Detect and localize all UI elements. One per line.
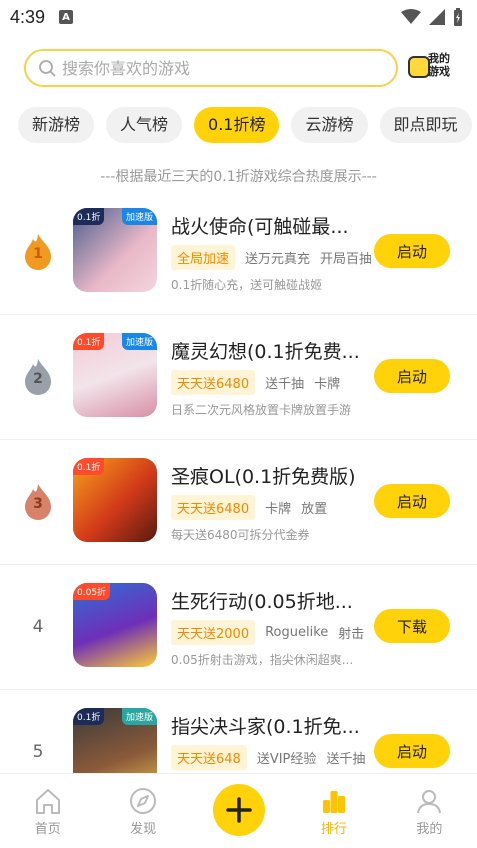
rank-badge: 1 (22, 234, 54, 270)
search-icon (39, 60, 56, 77)
speedup-tag: 加速版 (121, 333, 157, 350)
rank-number: 1 (33, 246, 43, 262)
nav-discover-label: 发现 (130, 822, 157, 837)
discount-tag: 0.1折 (73, 458, 105, 475)
ranking-tabs: 新游榜 人气榜 0.1折榜 云游榜 即点即玩 (18, 107, 472, 143)
status-bar: 4:39 A (0, 0, 477, 34)
nav-profile-label: 我的 (416, 822, 443, 837)
speedup-tag: 加速版 (121, 708, 157, 725)
search-input[interactable] (62, 58, 362, 78)
tab-popular[interactable]: 人气榜 (106, 107, 183, 143)
game-title[interactable]: 魔灵幻想(0.1折免费... (171, 337, 371, 364)
signal-icon (429, 9, 445, 25)
game-tag: 送VIP经验 (256, 752, 317, 767)
game-description: 每天送6480可拆分代金券 (171, 528, 310, 542)
highlight-tag: 全局加速 (171, 245, 236, 270)
discount-tag: 0.1折 (73, 208, 105, 225)
game-tag: 送万元真充 (245, 252, 311, 267)
game-tag: Roguelike (265, 625, 329, 640)
game-tag: 放置 (301, 502, 328, 517)
game-tag: 射击 (338, 627, 365, 642)
game-tags: 天天送6480 送千抽 卡牌 (171, 370, 371, 395)
highlight-tag: 天天送648 (171, 745, 247, 770)
launch-button[interactable]: 启动 (374, 484, 450, 518)
launch-button[interactable]: 启动 (374, 234, 450, 268)
game-row[interactable]: 1 0.1折 加速版 战火使命(可触碰最... 全局加速 送万元真充 开局百抽 … (0, 190, 477, 315)
game-tag: 卡牌 (265, 502, 292, 517)
game-tag: 送千抽 (265, 377, 305, 392)
my-games-button[interactable]: 我的游戏 (408, 50, 456, 86)
profile-icon (417, 790, 442, 814)
nav-home[interactable]: 首页 (0, 774, 95, 848)
discount-tag: 0.1折 (73, 708, 105, 725)
game-tags: 天天送648 送VIP经验 送千抽 (171, 745, 371, 770)
game-tags: 全局加速 送万元真充 开局百抽 (171, 245, 371, 270)
game-row[interactable]: 4 0.05折 生死行动(0.05折地... 天天送2000 Roguelike… (0, 565, 477, 690)
nav-discover[interactable]: 发现 (95, 774, 190, 848)
game-tags: 天天送6480 卡牌 放置 (171, 495, 371, 520)
ranking-subtitle: ---根据最近三天的0.1折游戏综合热度展示--- (100, 169, 377, 185)
rank-badge: 3 (22, 484, 54, 520)
game-title[interactable]: 战火使命(可触碰最... (171, 212, 371, 239)
game-description: 0.1折随心充，送可触碰战姬 (171, 278, 323, 292)
game-tag: 送千抽 (326, 752, 366, 767)
highlight-tag: 天天送6480 (171, 370, 256, 395)
download-button[interactable]: 下载 (374, 609, 450, 643)
discount-tag: 0.1折 (73, 333, 105, 350)
game-tag: 卡牌 (314, 377, 341, 392)
wifi-icon (401, 9, 421, 24)
nav-home-label: 首页 (34, 822, 61, 837)
search-row: 我的游戏 (24, 48, 464, 88)
plus-icon (225, 797, 252, 823)
rank-badge: 2 (22, 359, 54, 395)
game-description: 0.05折射击游戏，指尖休闲超爽... (171, 653, 354, 667)
game-title[interactable]: 指尖决斗家(0.1折免... (171, 712, 371, 739)
nav-plus[interactable] (191, 774, 286, 848)
tab-new-games[interactable]: 新游榜 (18, 107, 95, 143)
highlight-tag: 天天送6480 (171, 495, 256, 520)
rank-number: 3 (33, 496, 43, 512)
status-icons (401, 8, 463, 26)
rank-number: 2 (33, 371, 43, 387)
rank-number: 4 (32, 617, 44, 637)
nav-ranking-label: 排行 (320, 822, 347, 837)
game-row[interactable]: 3 0.1折 圣痕OL(0.1折免费版) 天天送6480 卡牌 放置 每天送64… (0, 440, 477, 565)
game-list: 1 0.1折 加速版 战火使命(可触碰最... 全局加速 送万元真充 开局百抽 … (0, 190, 477, 815)
game-tag: 开局百抽 (320, 252, 371, 267)
game-row[interactable]: 2 0.1折 加速版 魔灵幻想(0.1折免费... 天天送6480 送千抽 卡牌… (0, 315, 477, 440)
plus-button[interactable] (212, 784, 265, 836)
tab-instant-play[interactable]: 即点即玩 (379, 107, 472, 143)
highlight-tag: 天天送2000 (171, 620, 256, 645)
game-tags: 天天送2000 Roguelike 射击 (171, 620, 371, 645)
launch-button[interactable]: 启动 (374, 359, 450, 393)
game-thumbnail[interactable]: 0.1折 加速版 (73, 208, 157, 292)
game-thumbnail[interactable]: 0.1折 (73, 458, 157, 542)
game-description: 日系二次元风格放置卡牌放置手游 (171, 403, 352, 417)
rank-badge: 4 (22, 609, 54, 645)
launch-button[interactable]: 启动 (374, 734, 450, 768)
nav-ranking[interactable]: 排行 (286, 774, 381, 848)
status-time: 4:39 (10, 6, 46, 27)
game-thumbnail[interactable]: 0.05折 (73, 583, 157, 667)
battery-icon (454, 8, 462, 26)
nav-profile[interactable]: 我的 (382, 774, 477, 848)
gamepad-icon (408, 56, 430, 78)
game-thumbnail[interactable]: 0.1折 加速版 (73, 333, 157, 417)
rank-badge: 5 (22, 734, 54, 770)
tab-cloud[interactable]: 云游榜 (291, 107, 368, 143)
game-title[interactable]: 生死行动(0.05折地... (171, 587, 371, 614)
rank-number: 5 (32, 742, 44, 762)
notification-a-icon: A (59, 10, 74, 24)
speedup-tag: 加速版 (121, 208, 157, 225)
ranking-icon (322, 791, 345, 813)
discount-tag: 0.05折 (73, 583, 111, 600)
home-icon (35, 789, 60, 814)
my-games-label: 我的游戏 (428, 52, 450, 78)
tab-discount[interactable]: 0.1折榜 (194, 107, 280, 143)
game-title[interactable]: 圣痕OL(0.1折免费版) (171, 462, 371, 489)
compass-icon (130, 788, 157, 814)
search-box[interactable] (24, 49, 398, 87)
bottom-nav: 首页 发现 排行 我的 (0, 773, 477, 848)
